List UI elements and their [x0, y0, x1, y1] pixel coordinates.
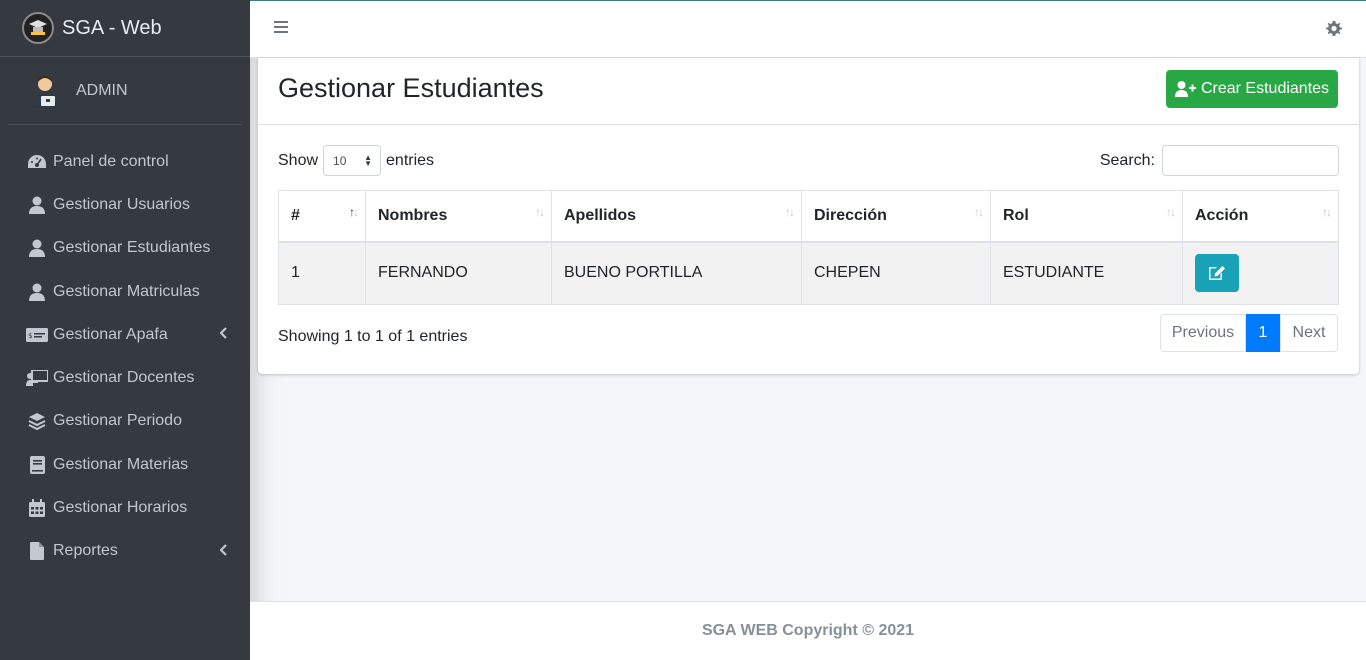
pagination: Previous 1 Next [1160, 314, 1338, 352]
table-controls: Show 10 ▲ ▼ entries Search: [278, 145, 1339, 177]
column-header-label: Nombres [378, 206, 448, 224]
column-header-label: Dirección [814, 206, 887, 224]
search-label: Search: [1099, 151, 1155, 169]
table-header-row: # ↑↓ Nombres ↑↓ Apellidos ↑↓ Dirección ↑… [278, 190, 1339, 243]
create-student-label: Crear Estudiantes [1200, 80, 1330, 97]
sidebar-item-gestionar-matriculas[interactable]: Gestionar Matriculas [0, 270, 250, 313]
sort-icon: ↑↓ [1166, 205, 1176, 219]
column-header-nombres[interactable]: Nombres ↑↓ [365, 190, 552, 243]
sidebar-item-label: Gestionar Estudiantes [53, 239, 211, 257]
tachometer-icon [26, 153, 48, 171]
sort-icon: ↑↓ [974, 205, 984, 219]
sidebar-item-label: Gestionar Matriculas [53, 282, 200, 300]
sort-icon: ↑↓ [535, 205, 545, 219]
page-title: Gestionar Estudiantes [278, 73, 544, 103]
chevron-left-icon [219, 544, 228, 559]
user-panel[interactable]: ADMIN [8, 57, 242, 125]
entries-select-value: 10 [333, 153, 347, 168]
brand-link[interactable]: SGA - Web [0, 0, 250, 57]
column-header-label: Rol [1003, 206, 1029, 224]
column-header-label: Apellidos [564, 206, 637, 224]
column-header-apellidos[interactable]: Apellidos ↑↓ [551, 190, 802, 243]
user-name: ADMIN [76, 81, 128, 99]
students-table: # ↑↓ Nombres ↑↓ Apellidos ↑↓ Dirección ↑… [278, 190, 1339, 305]
footer-copyright: SGA WEB Copyright © 2021 [701, 622, 915, 639]
edit-button[interactable] [1195, 254, 1239, 293]
edit-icon [1209, 266, 1225, 281]
file-icon [26, 542, 48, 561]
column-header-label: Acción [1195, 206, 1249, 224]
column-header-number[interactable]: # ↑↓ [278, 190, 366, 243]
brand-title: SGA - Web [62, 16, 162, 39]
user-plus-icon [1174, 81, 1196, 97]
sidebar-item-gestionar-apafa[interactable]: $ Gestionar Apafa [0, 313, 250, 356]
layer-group-icon [26, 412, 48, 431]
chevron-left-icon [219, 327, 228, 342]
sidebar: SGA - Web ADMIN Panel de control Gestion [0, 0, 250, 660]
sidebar-item-label: Gestionar Horarios [53, 499, 188, 517]
pagination-page-1[interactable]: 1 [1246, 314, 1280, 352]
sidebar-item-label: Gestionar Usuarios [53, 195, 190, 213]
column-header-direccion[interactable]: Dirección ↑↓ [801, 190, 991, 243]
search-input[interactable] [1162, 145, 1339, 176]
sidebar-item-gestionar-docentes[interactable]: Gestionar Docentes [0, 356, 250, 399]
sidebar-item-label: Panel de control [53, 152, 169, 170]
sidebar-item-label: Gestionar Apafa [53, 325, 168, 343]
select-caret-icon: ▲ ▼ [364, 153, 373, 168]
footer: SGA WEB Copyright © 2021 [250, 601, 1366, 660]
column-header-label: # [291, 206, 300, 224]
sort-icon: ↑↓ [785, 205, 795, 219]
user-icon [26, 239, 48, 258]
user-icon [26, 196, 48, 214]
top-navbar [250, 0, 1366, 58]
cell-direccion: CHEPEN [801, 241, 991, 305]
show-label: Show [278, 151, 319, 169]
gear-icon[interactable] [1326, 21, 1342, 37]
sidebar-item-gestionar-usuarios[interactable]: Gestionar Usuarios [0, 183, 250, 226]
cell-number: 1 [278, 241, 366, 305]
chalkboard-teacher-icon [26, 369, 48, 387]
sidebar-item-gestionar-horarios[interactable]: Gestionar Horarios [0, 486, 250, 529]
user-icon [26, 283, 48, 301]
cell-accion [1182, 241, 1339, 305]
menu-toggle-icon[interactable] [274, 21, 288, 35]
sidebar-item-gestionar-estudiantes[interactable]: Gestionar Estudiantes [0, 227, 250, 270]
sidebar-item-panel-de-control[interactable]: Panel de control [0, 140, 250, 183]
table-row: 1 FERNANDO BUENO PORTILLA CHEPEN ESTUDIA… [278, 241, 1339, 305]
search-filter: Search: [1100, 145, 1339, 176]
sidebar-item-reportes[interactable]: Reportes [0, 530, 250, 573]
column-header-rol[interactable]: Rol ↑↓ [990, 190, 1183, 243]
cell-apellidos: BUENO PORTILLA [551, 241, 802, 305]
cell-rol: ESTUDIANTE [990, 241, 1183, 305]
sort-asc-icon: ↑↓ [349, 205, 359, 219]
sidebar-nav: Panel de control Gestionar Usuarios Gest… [0, 140, 250, 573]
create-student-button[interactable]: Crear Estudiantes [1166, 70, 1338, 108]
cell-nombres: FERNANDO [365, 241, 552, 305]
sidebar-item-label: Gestionar Periodo [53, 412, 182, 430]
entries-label: entries [386, 151, 435, 169]
card-header: Gestionar Estudiantes Crear Estudiantes [258, 58, 1359, 125]
students-card: Gestionar Estudiantes Crear Estudiantes … [258, 58, 1359, 374]
svg-text:$: $ [28, 332, 32, 340]
column-header-accion[interactable]: Acción ↑↓ [1182, 190, 1339, 243]
pagination-next[interactable]: Next [1280, 314, 1338, 352]
money-check-icon: $ [26, 326, 48, 344]
page-length: Show 10 ▲ ▼ entries [278, 145, 434, 176]
sidebar-item-gestionar-periodo[interactable]: Gestionar Periodo [0, 400, 250, 443]
table-info: Showing 1 to 1 of 1 entries [278, 328, 468, 345]
avatar [28, 74, 62, 108]
sidebar-item-label: Reportes [53, 542, 118, 560]
sidebar-item-label: Gestionar Materias [53, 455, 189, 473]
sort-icon: ↑↓ [1322, 205, 1332, 219]
college-logo-icon [22, 12, 54, 44]
calendar-icon [26, 499, 48, 518]
pagination-previous[interactable]: Previous [1160, 314, 1246, 352]
book-icon [26, 455, 48, 474]
sidebar-item-label: Gestionar Docentes [53, 369, 195, 387]
sidebar-item-gestionar-materias[interactable]: Gestionar Materias [0, 443, 250, 486]
entries-select[interactable]: 10 ▲ ▼ [323, 145, 382, 176]
